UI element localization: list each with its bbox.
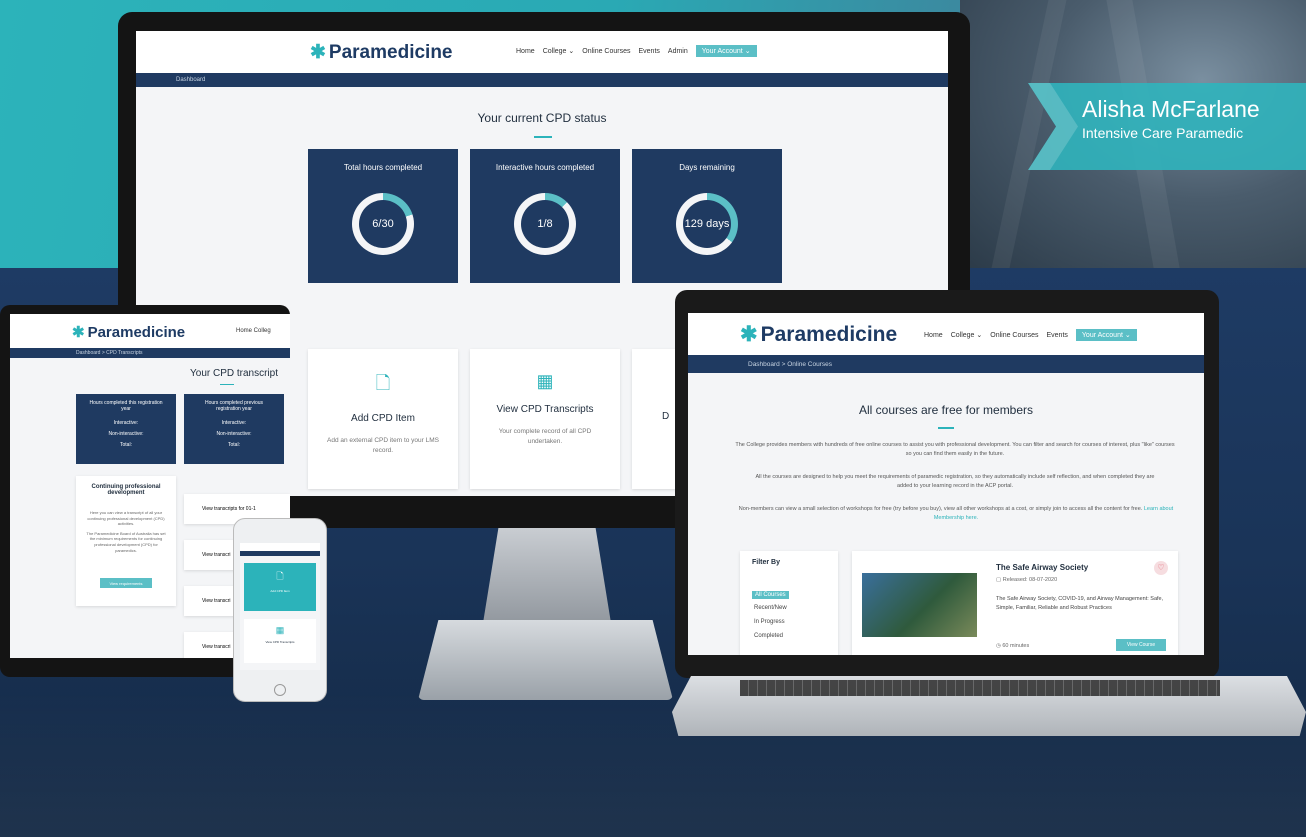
- course-date: ▢ Released: 08-07-2020: [996, 577, 1058, 583]
- star-of-life-icon: ✱: [310, 42, 326, 63]
- view-course-button[interactable]: View Course: [1116, 639, 1166, 651]
- tile-title: Interactive hours completed: [495, 163, 595, 172]
- page-title: Your current CPD status: [477, 111, 607, 125]
- intro-paragraph: The College provides members with hundre…: [735, 442, 1175, 457]
- person-name-tag: Alisha McFarlane Intensive Care Paramedi…: [1028, 83, 1306, 170]
- card-desc: Your complete record of all CPD undertak…: [498, 428, 592, 445]
- document-icon: 🗋: [375, 373, 391, 393]
- phone-add-cpd-card[interactable]: 🗋 Add CPD Item: [244, 563, 316, 611]
- filter-in-progress[interactable]: In Progress: [754, 619, 785, 625]
- course-desc: The Safe Airway Society, COVID-19, and A…: [996, 596, 1164, 611]
- title-underline: [534, 136, 552, 138]
- tile-value: 129 days: [684, 218, 730, 230]
- calendar-icon: ▦: [536, 371, 554, 391]
- course-title[interactable]: The Safe Airway Society: [996, 563, 1088, 572]
- tile-value: 6/30: [372, 218, 394, 230]
- desktop-nav: Home College ⌄ Online Courses Events Adm…: [516, 45, 765, 57]
- person-name: Alisha McFarlane: [1082, 96, 1260, 122]
- laptop-screen: ✱ Paramedicine Home College ⌄ Online Cour…: [688, 313, 1204, 655]
- course-card: The Safe Airway Society ♡ ▢ Released: 08…: [852, 551, 1178, 655]
- laptop-logo[interactable]: ✱ Paramedicine: [740, 322, 897, 347]
- star-of-life-icon: ✱: [72, 324, 85, 341]
- nav-admin[interactable]: Admin: [668, 48, 688, 55]
- view-cpd-transcripts-card[interactable]: ▦ View CPD Transcripts Your complete rec…: [470, 349, 620, 489]
- cpd-tile-total: Total hours completed 6/30: [308, 149, 458, 283]
- calendar-icon: ▢: [996, 577, 1003, 583]
- card-desc: Add an external CPD item to your LMS rec…: [327, 437, 439, 454]
- cpd-tile-interactive: Interactive hours completed 1/8: [470, 149, 620, 283]
- breadcrumb[interactable]: Dashboard: [136, 73, 948, 87]
- tablet-title: Your CPD transcript: [190, 368, 278, 379]
- hours-previous-year-box: Hours completed previous registration ye…: [184, 394, 284, 464]
- course-thumbnail: [862, 573, 977, 637]
- filter-all-courses[interactable]: All Courses: [752, 591, 789, 599]
- card-title: View CPD Transcripts: [496, 404, 594, 415]
- add-cpd-item-card[interactable]: 🗋 Add CPD Item Add an external CPD item …: [308, 349, 458, 489]
- tile-title: Total hours completed: [343, 163, 423, 172]
- phone-view-cpd-card[interactable]: ▦ View CPD Transcripts: [244, 619, 316, 663]
- filter-panel: Filter By All Courses Recent/New In Prog…: [740, 551, 838, 655]
- course-duration: ◷ 60 minutes: [996, 643, 1030, 649]
- desktop-logo[interactable]: ✱ Paramedicine: [310, 41, 453, 64]
- tile-value: 1/8: [537, 218, 553, 230]
- tablet-breadcrumb[interactable]: Dashboard > CPD Transcripts: [10, 348, 290, 358]
- filter-completed[interactable]: Completed: [754, 633, 783, 639]
- tile-title: Days remaining: [679, 163, 735, 172]
- star-of-life-icon: ✱: [740, 323, 758, 346]
- cpd-info-panel: Continuing professional development Here…: [76, 476, 176, 606]
- cpd-tile-days: Days remaining 129 days: [632, 149, 782, 283]
- requirements-paragraph: All the courses are designed to help you…: [755, 474, 1155, 489]
- nav-online-courses[interactable]: Online Courses: [990, 332, 1038, 339]
- phone-screen: 🗋 Add CPD Item ▦ View CPD Transcripts: [240, 543, 320, 670]
- non-members-paragraph: Non-members can view a small selection o…: [738, 506, 1174, 521]
- laptop-page-title: All courses are free for members: [858, 403, 1034, 417]
- card-title: Add CPD Item: [351, 413, 415, 424]
- nav-home[interactable]: Home: [516, 48, 535, 55]
- desktop-header: ✱ Paramedicine Home College ⌄ Online Cour…: [136, 31, 948, 73]
- nav-events[interactable]: Events: [639, 48, 660, 55]
- nav-home[interactable]: Home: [924, 332, 943, 339]
- view-requirements-button[interactable]: View requirements: [100, 578, 152, 588]
- nav-events[interactable]: Events: [1047, 332, 1068, 339]
- laptop-nav: Home College ⌄ Online Courses Events You…: [924, 329, 1145, 341]
- account-button[interactable]: Your Account ⌄: [1075, 329, 1137, 341]
- tablet-logo[interactable]: ✱ Paramedicine: [72, 323, 185, 342]
- laptop-breadcrumb[interactable]: Dashboard > Online Courses: [688, 355, 1204, 373]
- document-icon: 🗋: [276, 571, 284, 581]
- nav-college[interactable]: College ⌄: [543, 47, 575, 55]
- nav-college[interactable]: College ⌄: [951, 331, 983, 339]
- calendar-icon: ▦: [275, 625, 285, 635]
- person-role: Intensive Care Paramedic: [1082, 125, 1244, 141]
- account-button[interactable]: Your Account ⌄: [695, 45, 757, 57]
- monitor-stand-base: [418, 620, 673, 700]
- tablet-nav[interactable]: Home Colleg: [236, 328, 271, 334]
- heart-icon[interactable]: ♡: [1154, 561, 1168, 575]
- hours-this-year-box: Hours completed this registration year I…: [76, 394, 176, 464]
- nav-online-courses[interactable]: Online Courses: [582, 48, 630, 55]
- floor-reflection: [0, 690, 1306, 837]
- filter-recent[interactable]: Recent/New: [754, 605, 787, 611]
